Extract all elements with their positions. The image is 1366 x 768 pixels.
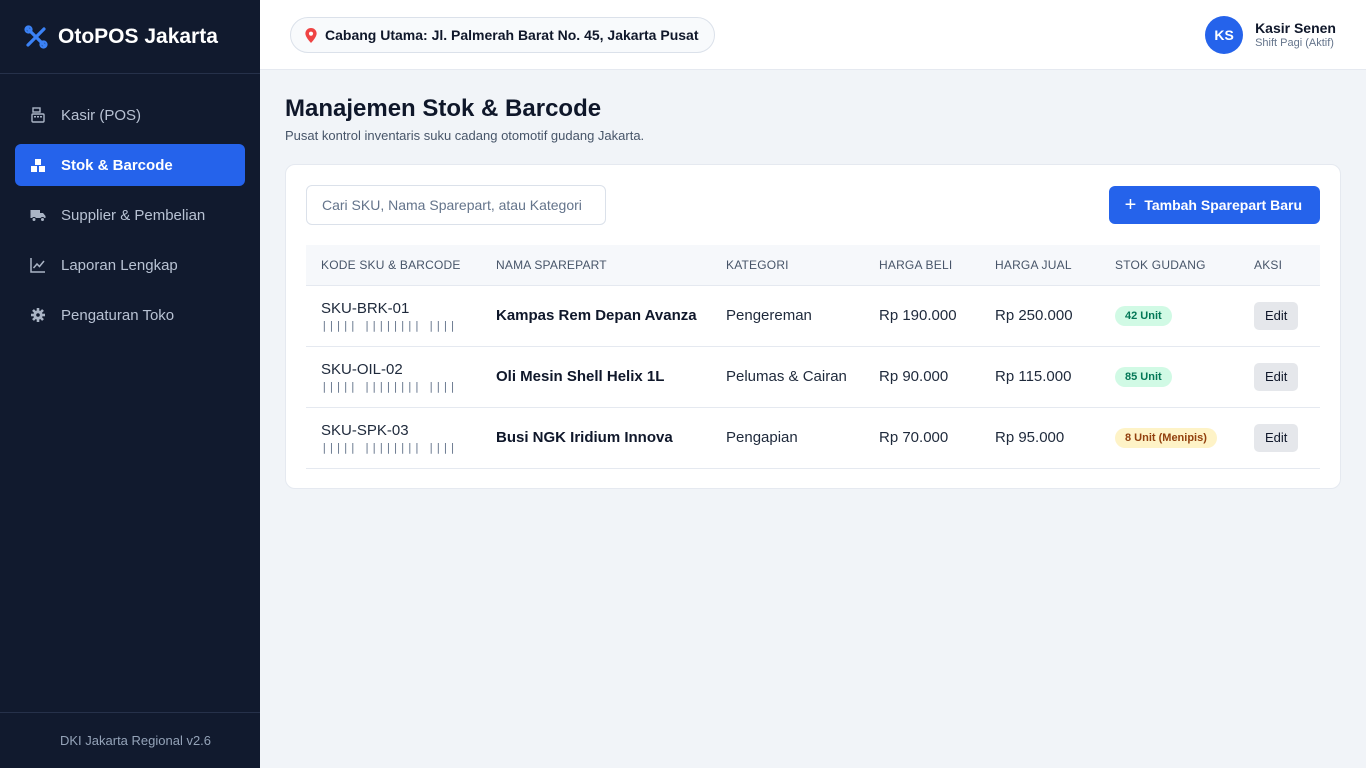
user-profile[interactable]: KS Kasir Senen Shift Pagi (Aktif): [1205, 16, 1336, 54]
table-header-row: KODE SKU & BARCODE NAMA SPAREPART KATEGO…: [306, 245, 1320, 286]
stock-badge: 42 Unit: [1115, 305, 1172, 326]
plus-icon: +: [1124, 194, 1137, 216]
buy-price-cell: Rp 70.000: [879, 429, 949, 446]
table-row: SKU-BRK-01 ||||| |||||||| |||| Kampas Re…: [306, 285, 1320, 346]
sidebar-item-label: Stok & Barcode: [61, 156, 173, 174]
sidebar-item-supplier[interactable]: Supplier & Pembelian: [15, 194, 245, 236]
sku-cell: SKU-SPK-03 ||||| |||||||| ||||: [306, 407, 481, 468]
inventory-table: KODE SKU & BARCODE NAMA SPAREPART KATEGO…: [306, 245, 1320, 469]
sell-price-cell: Rp 95.000: [995, 429, 1065, 446]
sidebar-item-label: Supplier & Pembelian: [61, 206, 206, 224]
sidebar-item-stok[interactable]: Stok & Barcode: [15, 144, 245, 186]
user-info: Kasir Senen Shift Pagi (Aktif): [1255, 20, 1336, 50]
page-subtitle: Pusat kontrol inventaris suku cadang oto…: [285, 128, 645, 143]
action-cell: Edit: [1239, 407, 1320, 468]
top-header: Cabang Utama: Jl. Palmerah Barat No. 45,…: [260, 0, 1366, 70]
edit-button[interactable]: Edit: [1254, 423, 1299, 452]
table-row: SKU-SPK-03 ||||| |||||||| |||| Busi NGK …: [306, 407, 1320, 468]
sell-price-cell: Rp 115.000: [995, 368, 1072, 385]
truck-icon: [30, 207, 46, 223]
add-sparepart-label: Tambah Sparepart Baru: [1144, 197, 1302, 213]
column-header[interactable]: STOK GUDANG: [1100, 245, 1239, 286]
sidebar-item-label: Kasir (POS): [61, 106, 142, 124]
product-name: Kampas Rem Depan Avanza: [496, 307, 697, 324]
sku-cell: SKU-OIL-02 ||||| |||||||| ||||: [306, 346, 481, 407]
column-header[interactable]: KATEGORI: [711, 245, 864, 286]
sidebar-nav: Kasir (POS) Stok & Barcode Supplier & Pe…: [0, 74, 260, 336]
barcode-icon: ||||| |||||||| ||||: [321, 318, 457, 332]
search-input[interactable]: [306, 185, 606, 225]
sku-cell: SKU-BRK-01 ||||| |||||||| ||||: [306, 285, 481, 346]
edit-button[interactable]: Edit: [1254, 301, 1299, 330]
branch-label: Cabang Utama: Jl. Palmerah Barat No. 45,…: [325, 27, 699, 43]
action-cell: Edit: [1239, 346, 1320, 407]
branch-selector[interactable]: Cabang Utama: Jl. Palmerah Barat No. 45,…: [290, 17, 716, 53]
sidebar-item-laporan[interactable]: Laporan Lengkap: [15, 244, 245, 286]
user-shift: Shift Pagi (Aktif): [1255, 37, 1334, 49]
sidebar: OtoPOS Jakarta Kasir (POS) Stok & Barcod…: [0, 0, 260, 768]
version-label: DKI Jakarta Regional v2.6: [0, 712, 260, 768]
tools-logo-icon: [24, 24, 48, 49]
stock-cell: 8 Unit (Menipis): [1100, 407, 1239, 468]
sidebar-item-label: Pengaturan Toko: [61, 306, 175, 324]
map-pin-icon: [305, 27, 317, 43]
app-name: OtoPOS Jakarta: [58, 24, 218, 48]
category-cell: Pengapian: [726, 429, 798, 446]
column-header: AKSI: [1239, 245, 1320, 286]
category-cell: Pengereman: [726, 307, 812, 324]
user-name: Kasir Senen: [1255, 20, 1336, 36]
stock-badge: 8 Unit (Menipis): [1115, 427, 1217, 448]
product-name: Busi NGK Iridium Innova: [496, 429, 673, 446]
barcode-icon: ||||| |||||||| ||||: [321, 440, 457, 454]
buy-price-cell: Rp 90.000: [879, 368, 949, 385]
column-header[interactable]: HARGA BELI: [864, 245, 980, 286]
sidebar-item-kasir[interactable]: Kasir (POS): [15, 94, 245, 136]
sidebar-item-pengaturan[interactable]: Pengaturan Toko: [15, 294, 245, 336]
column-header[interactable]: HARGA JUAL: [980, 245, 1100, 286]
category-cell: Pelumas & Cairan: [726, 368, 847, 385]
stock-cell: 85 Unit: [1100, 346, 1239, 407]
table-row: SKU-OIL-02 ||||| |||||||| |||| Oli Mesin…: [306, 346, 1320, 407]
stock-cell: 42 Unit: [1100, 285, 1239, 346]
sku-code: SKU-BRK-01: [321, 299, 410, 317]
action-cell: Edit: [1239, 285, 1320, 346]
page-title: Manajemen Stok & Barcode: [285, 95, 602, 122]
buy-price-cell: Rp 190.000: [879, 307, 957, 324]
add-sparepart-button[interactable]: + Tambah Sparepart Baru: [1108, 186, 1320, 224]
brand: OtoPOS Jakarta: [0, 0, 260, 74]
gear-icon: [30, 307, 46, 323]
product-name: Oli Mesin Shell Helix 1L: [496, 368, 665, 385]
sell-price-cell: Rp 250.000: [995, 307, 1073, 324]
cash-register-icon: [30, 107, 46, 123]
stock-badge: 85 Unit: [1115, 366, 1172, 387]
column-header[interactable]: KODE SKU & BARCODE: [306, 245, 481, 286]
avatar: KS: [1205, 16, 1244, 54]
edit-button[interactable]: Edit: [1254, 362, 1299, 391]
chart-line-icon: [30, 257, 46, 273]
sidebar-item-label: Laporan Lengkap: [61, 256, 178, 274]
barcode-icon: ||||| |||||||| ||||: [321, 379, 457, 393]
sku-code: SKU-OIL-02: [321, 360, 403, 378]
inventory-card: + Tambah Sparepart Baru KODE SKU & BARCO…: [285, 164, 1341, 489]
boxes-icon: [30, 157, 46, 173]
column-header[interactable]: NAMA SPAREPART: [481, 245, 711, 286]
sku-code: SKU-SPK-03: [321, 421, 409, 439]
